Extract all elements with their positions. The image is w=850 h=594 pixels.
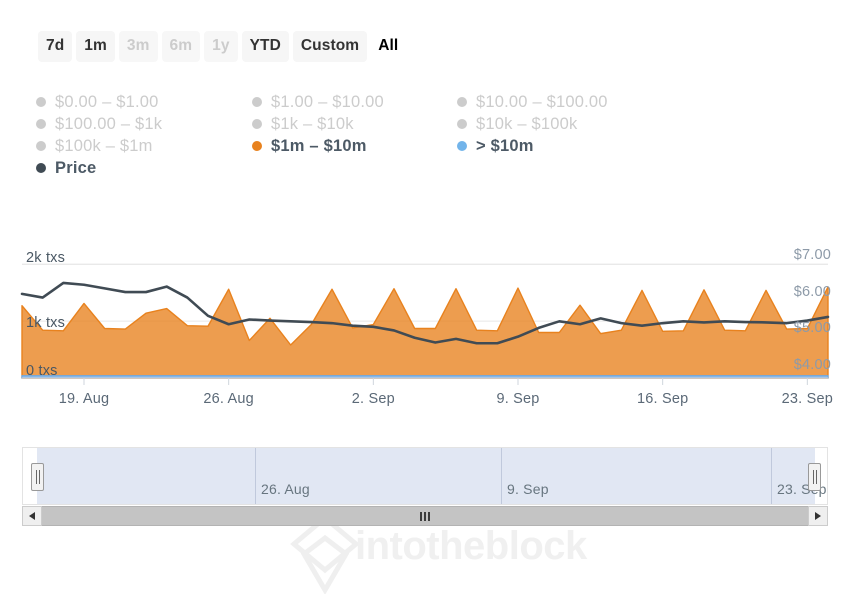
x-axis-label: 23. Sep (781, 391, 834, 407)
legend-item-label: $1m – $10m (271, 137, 367, 155)
range-button-6m: 6m (161, 31, 201, 62)
chart-scrollbar[interactable] (22, 506, 828, 526)
chart-svg (20, 250, 830, 385)
legend-item-6[interactable]: $100k – $1m (36, 136, 252, 156)
navigator-date-label: 9. Sep (507, 481, 549, 497)
legend-item-9[interactable]: Price (36, 158, 252, 178)
legend-marker-icon (36, 119, 46, 129)
y-axis-right-label: $6.00 (793, 283, 831, 300)
legend-marker-icon (252, 141, 262, 151)
x-axis-label: 16. Sep (636, 391, 689, 407)
range-button-1m[interactable]: 1m (76, 31, 115, 62)
chevron-left-icon (29, 512, 35, 520)
legend-row: $100k – $1m $1m – $10m > $10m (36, 136, 716, 158)
legend-item-8[interactable]: > $10m (457, 136, 687, 156)
scrollbar-track[interactable] (42, 506, 808, 526)
range-button-all[interactable]: All (371, 31, 405, 62)
legend-item-label: $10.00 – $100.00 (476, 93, 608, 111)
legend-item-label: $0.00 – $1.00 (55, 93, 159, 111)
navigator-right-handle[interactable] (808, 463, 821, 491)
legend-marker-icon (252, 97, 262, 107)
scrollbar-left-arrow-button[interactable] (22, 506, 42, 526)
legend-item-3[interactable]: $100.00 – $1k (36, 114, 252, 134)
chart-plot-area[interactable]: intotheblock 0 txs 1k txs 2k txs $4.00 $5.00… (0, 236, 850, 594)
legend-item-7[interactable]: $1m – $10m (252, 136, 457, 156)
navigator-selected-range[interactable] (37, 448, 815, 504)
chart-legend: $0.00 – $1.00 $1.00 – $10.00 $10.00 – $100… (36, 92, 716, 180)
navigator-date-label: 26. Aug (261, 481, 310, 497)
y-axis-right-label: $4.00 (793, 356, 831, 373)
x-axis-label: 2. Sep (351, 391, 395, 407)
legend-item-5[interactable]: $10k – $100k (457, 114, 687, 134)
range-button-ytd[interactable]: YTD (241, 31, 289, 62)
range-button-3m: 3m (118, 31, 158, 62)
legend-marker-icon (36, 141, 46, 151)
x-axis-label: 9. Sep (496, 391, 540, 407)
range-button-1y: 1y (204, 31, 238, 62)
range-selector: 7d 1m 3m 6m 1y YTD Custom All (38, 31, 405, 62)
legend-item-label: $1.00 – $10.00 (271, 93, 384, 111)
legend-item-label: $100.00 – $1k (55, 115, 163, 133)
scrollbar-grip-icon[interactable] (420, 511, 430, 521)
y-axis-right-label: $5.00 (793, 320, 831, 337)
scrollbar-right-arrow-button[interactable] (808, 506, 828, 526)
navigator-gridline (501, 448, 502, 504)
navigator-gridline (771, 448, 772, 504)
navigator-gridline (255, 448, 256, 504)
legend-marker-icon (457, 141, 467, 151)
legend-marker-icon (457, 97, 467, 107)
chart-navigator[interactable]: 26. Aug 9. Sep 23. Sep (22, 447, 828, 505)
legend-item-1[interactable]: $1.00 – $10.00 (252, 92, 457, 112)
legend-row: Price (36, 158, 716, 180)
legend-item-label: $100k – $1m (55, 137, 153, 155)
range-button-custom[interactable]: Custom (292, 31, 368, 62)
legend-marker-icon (457, 119, 467, 129)
y-axis-right-label: $7.00 (793, 247, 831, 264)
legend-item-label: > $10m (476, 137, 534, 155)
legend-item-label: Price (55, 159, 97, 177)
y-axis-left-label: 0 txs (26, 363, 58, 379)
x-axis-label: 19. Aug (58, 391, 110, 407)
chevron-right-icon (815, 512, 821, 520)
legend-item-0[interactable]: $0.00 – $1.00 (36, 92, 252, 112)
legend-marker-icon (36, 97, 46, 107)
range-button-7d[interactable]: 7d (38, 31, 73, 62)
x-axis-label: 26. Aug (203, 391, 254, 407)
watermark-logo-icon (290, 514, 360, 594)
legend-item-4[interactable]: $1k – $10k (252, 114, 457, 134)
legend-row: $0.00 – $1.00 $1.00 – $10.00 $10.00 – $100… (36, 92, 716, 114)
legend-row: $100.00 – $1k $1k – $10k $10k – $100k (36, 114, 716, 136)
legend-item-2[interactable]: $10.00 – $100.00 (457, 92, 687, 112)
legend-marker-icon (36, 163, 46, 173)
navigator-left-handle[interactable] (31, 463, 44, 491)
legend-item-label: $10k – $100k (476, 115, 578, 133)
legend-marker-icon (252, 119, 262, 129)
watermark-text: intotheblock (355, 524, 587, 568)
y-axis-left-label: 2k txs (26, 250, 66, 267)
legend-item-label: $1k – $10k (271, 115, 354, 133)
y-axis-left-label: 1k txs (26, 315, 66, 332)
